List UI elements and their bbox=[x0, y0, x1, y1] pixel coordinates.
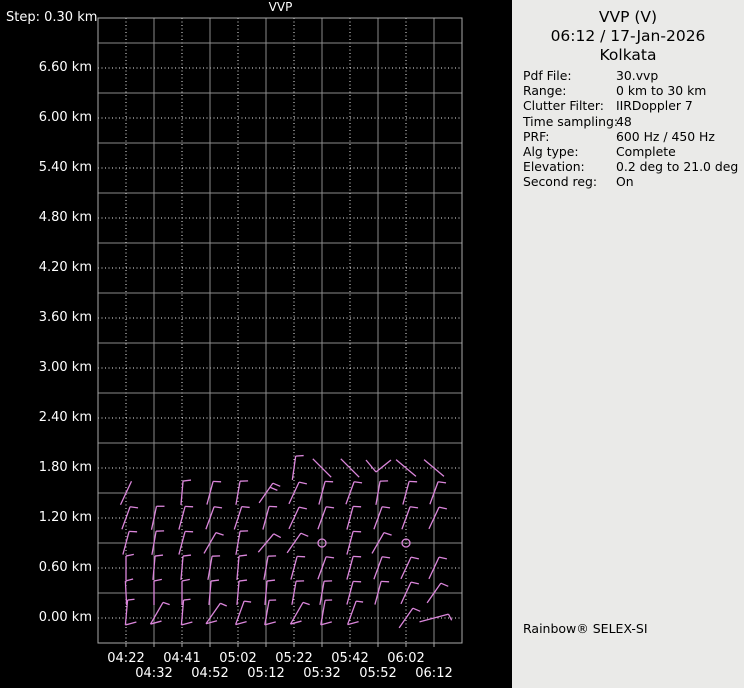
x-axis-label: 04:22 bbox=[107, 651, 145, 666]
wind-barb bbox=[205, 602, 228, 625]
plot-canvas bbox=[97, 17, 463, 647]
wind-barb bbox=[180, 598, 193, 626]
x-axis-label: 05:12 bbox=[247, 666, 285, 681]
detail-value: 48 bbox=[616, 113, 632, 129]
x-axis-label: 06:12 bbox=[415, 666, 453, 681]
detail-row: Time sampling: 48 bbox=[512, 114, 744, 129]
panel-datetime: 06:12 / 17-Jan-2026 bbox=[550, 26, 706, 45]
detail-row: Range: 0 km to 30 km bbox=[512, 83, 744, 98]
wind-barb bbox=[124, 578, 134, 606]
detail-value: IIRDoppler 7 bbox=[616, 98, 693, 114]
detail-label: Clutter Filter: bbox=[523, 98, 604, 114]
detail-value: 0 km to 30 km bbox=[616, 83, 707, 99]
detail-label: Alg type: bbox=[523, 144, 579, 160]
wind-barb bbox=[153, 578, 162, 605]
x-axis-label: 05:32 bbox=[303, 666, 341, 681]
detail-label: Range: bbox=[523, 83, 567, 99]
wind-barb bbox=[289, 601, 310, 625]
brand-label: Rainbow® SELEX-SI bbox=[523, 621, 648, 636]
wind-barb bbox=[124, 598, 137, 626]
detail-label: PRF: bbox=[523, 128, 550, 144]
detail-label: Time sampling: bbox=[523, 113, 619, 129]
detail-label: Second reg: bbox=[523, 174, 598, 190]
x-axis-label: 04:41 bbox=[163, 651, 201, 666]
detail-value: 30.vvp bbox=[616, 68, 659, 83]
detail-row: Alg type: Complete bbox=[512, 144, 744, 159]
x-axis-label: 05:42 bbox=[331, 651, 369, 666]
panel-title: VVP (V) bbox=[598, 8, 658, 26]
detail-value: 600 Hz / 450 Hz bbox=[616, 128, 715, 144]
panel-header: VVP (V) 06:12 / 17-Jan-2026 Kolkata bbox=[512, 8, 744, 64]
info-panel: VVP (V) 06:12 / 17-Jan-2026 Kolkata Pdf … bbox=[512, 0, 744, 688]
x-axis-label: 04:32 bbox=[135, 666, 173, 681]
detail-row: Second reg: On bbox=[512, 174, 744, 189]
detail-label: Elevation: bbox=[523, 159, 585, 175]
x-axis-label: 05:52 bbox=[359, 666, 397, 681]
x-axis-label: 05:02 bbox=[219, 651, 257, 666]
detail-value: 0.2 deg to 21.0 deg bbox=[616, 159, 739, 175]
detail-row: Elevation: 0.2 deg to 21.0 deg bbox=[512, 159, 744, 174]
panel-site: Kolkata bbox=[599, 45, 657, 64]
detail-row: Clutter Filter: IIRDoppler 7 bbox=[512, 98, 744, 113]
wind-barb bbox=[346, 600, 364, 626]
wind-profile-plot: Step: 0.30 km VVP 6.60 km 6.00 km 5.40 km 4… bbox=[0, 0, 512, 688]
wind-barb bbox=[125, 553, 134, 580]
wind-barb bbox=[234, 600, 252, 626]
detail-label: Pdf File: bbox=[523, 68, 572, 83]
detail-value: On bbox=[616, 174, 634, 190]
wind-barbs bbox=[119, 454, 453, 629]
detail-value: Complete bbox=[616, 144, 676, 160]
detail-row: Pdf File: 30.vvp bbox=[512, 68, 744, 83]
x-axis-label: 04:52 bbox=[191, 666, 229, 681]
wind-barb bbox=[149, 601, 170, 625]
vvp-window: Step: 0.30 km VVP 6.60 km 6.00 km 5.40 km 4… bbox=[0, 0, 744, 688]
detail-list: Pdf File: 30.vvp Range: 0 km to 30 km Clutte… bbox=[512, 68, 744, 190]
x-axis-label: 06:02 bbox=[387, 651, 425, 666]
x-axis-label: 05:22 bbox=[275, 651, 313, 666]
detail-row: PRF: 600 Hz / 450 Hz bbox=[512, 129, 744, 144]
